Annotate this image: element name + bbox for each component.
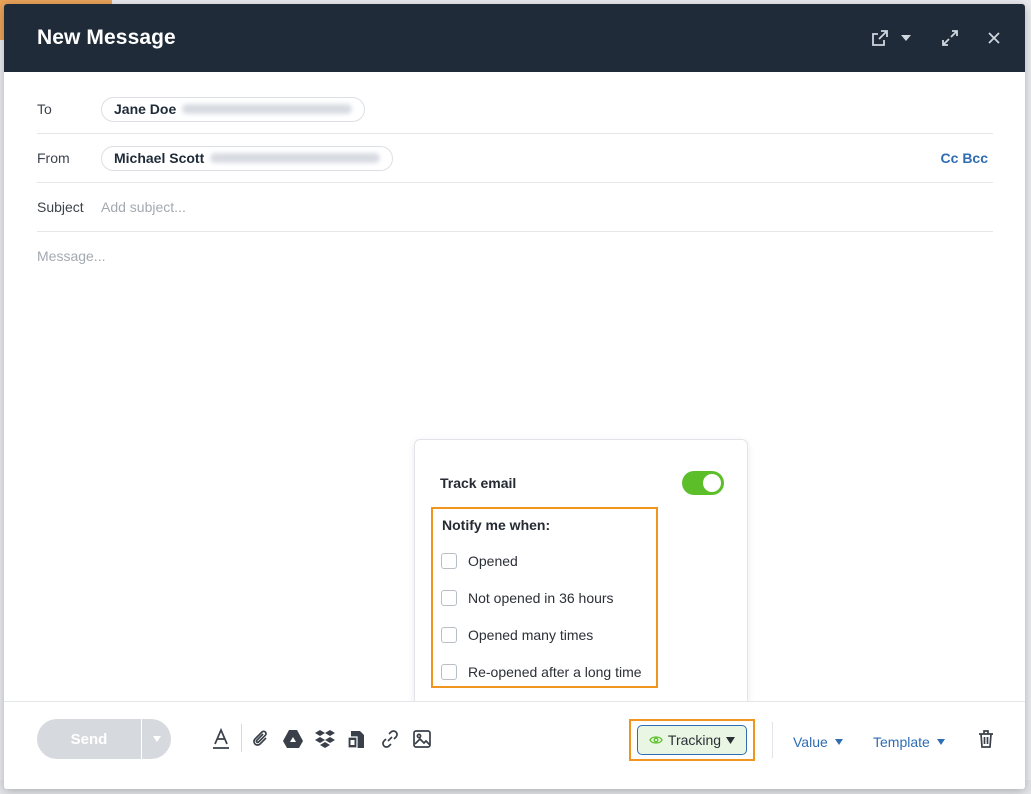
close-icon[interactable]: [981, 26, 1007, 50]
google-drive-icon[interactable]: [281, 727, 305, 751]
sender-name: Michael Scott: [114, 150, 205, 166]
cc-bcc-link[interactable]: Cc Bcc: [941, 150, 988, 166]
send-button[interactable]: Send: [37, 731, 141, 748]
attachment-icon[interactable]: [249, 727, 273, 751]
header-actions: [867, 26, 1007, 50]
dropbox-icon[interactable]: [313, 727, 337, 751]
footer-divider: [772, 722, 773, 758]
value-dropdown[interactable]: Value: [793, 734, 843, 750]
tracking-popover: Track email Notify me when: Opened Not o…: [414, 439, 748, 713]
checkbox[interactable]: [441, 664, 457, 680]
tracking-button[interactable]: Tracking: [637, 725, 747, 755]
from-row: From Michael Scott Cc Bcc: [37, 134, 993, 183]
trash-icon[interactable]: [974, 727, 998, 751]
option-label: Re-opened after a long time: [468, 664, 642, 680]
link-icon[interactable]: [378, 727, 402, 751]
notify-option-not-opened[interactable]: Not opened in 36 hours: [441, 590, 614, 606]
option-label: Opened: [468, 553, 518, 569]
toolbar-divider: [241, 724, 242, 752]
tracking-highlight: Tracking: [629, 719, 755, 761]
option-label: Not opened in 36 hours: [468, 590, 614, 606]
from-label: From: [37, 150, 70, 166]
chevron-down-icon: [726, 736, 736, 744]
recipient-email-redacted: [182, 104, 353, 114]
to-label: To: [37, 101, 52, 117]
recipient-name: Jane Doe: [114, 101, 177, 117]
compose-footer: Send Tracking Value Template: [4, 701, 1025, 789]
to-row: To Jane Doe: [37, 85, 993, 134]
sender-chip[interactable]: Michael Scott: [101, 145, 394, 171]
text-format-icon[interactable]: [209, 727, 233, 751]
subject-label: Subject: [37, 199, 84, 215]
send-button-group: Send: [37, 719, 171, 759]
notify-option-opened[interactable]: Opened: [441, 553, 518, 569]
message-body[interactable]: Message...: [37, 248, 105, 264]
chevron-down-icon: [936, 739, 945, 745]
image-icon[interactable]: [410, 727, 434, 751]
checkbox[interactable]: [441, 627, 457, 643]
expand-icon[interactable]: [937, 26, 963, 50]
tracking-label: Tracking: [667, 732, 722, 748]
popout-icon[interactable]: [867, 26, 893, 50]
checkbox[interactable]: [441, 590, 457, 606]
compose-modal: New Message To Jane Doe From Michael Sco…: [4, 4, 1025, 789]
notify-title: Notify me when:: [442, 517, 551, 533]
subject-row: Subject Add subject...: [37, 183, 993, 232]
compose-header: New Message: [4, 4, 1025, 72]
notify-options-group: Notify me when: Opened Not opened in 36 …: [431, 507, 658, 688]
recipient-chip[interactable]: Jane Doe: [101, 96, 366, 122]
subject-input[interactable]: Add subject...: [101, 199, 186, 215]
notify-option-reopened[interactable]: Re-opened after a long time: [441, 664, 642, 680]
compose-title: New Message: [37, 26, 176, 49]
send-options-chevron-icon[interactable]: [142, 735, 171, 743]
sender-email-redacted: [210, 153, 381, 163]
document-library-icon[interactable]: [345, 727, 369, 751]
template-dropdown[interactable]: Template: [873, 734, 945, 750]
checkbox[interactable]: [441, 553, 457, 569]
value-label: Value: [793, 734, 828, 750]
popout-menu-chevron-icon[interactable]: [893, 26, 919, 50]
chevron-down-icon: [834, 739, 843, 745]
track-email-label: Track email: [440, 475, 517, 491]
eye-icon: [649, 736, 663, 744]
template-label: Template: [873, 734, 930, 750]
track-email-toggle[interactable]: [682, 471, 724, 495]
notify-option-opened-many[interactable]: Opened many times: [441, 627, 593, 643]
option-label: Opened many times: [468, 627, 594, 643]
